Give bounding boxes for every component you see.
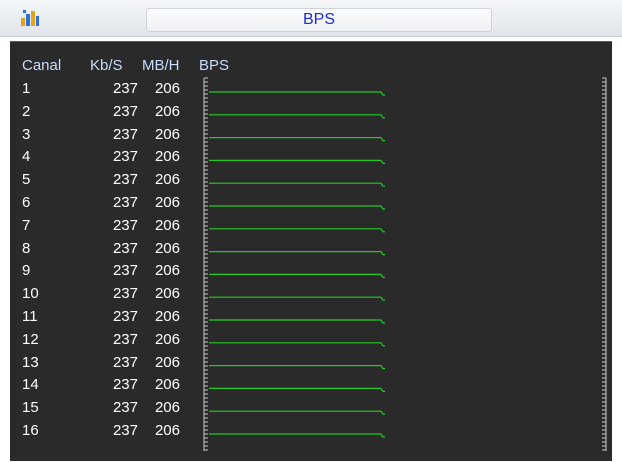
bps-trace bbox=[209, 433, 385, 438]
bps-panel: Canal Kb/S MB/H BPS 1 237 206 2 237 206 3 237 20… bbox=[10, 41, 612, 461]
bps-trace bbox=[209, 228, 385, 233]
bps-trace bbox=[209, 159, 385, 164]
bps-trace bbox=[209, 251, 385, 256]
bps-trace bbox=[209, 205, 385, 210]
bps-trace bbox=[209, 319, 385, 324]
bps-trace bbox=[209, 365, 385, 370]
bps-trace bbox=[209, 296, 385, 301]
bps-trace bbox=[209, 137, 385, 142]
title-bar: BPS bbox=[0, 0, 622, 37]
bps-window: BPS Canal Kb/S MB/H BPS 1 237 206 2 237 206 3 2… bbox=[0, 0, 622, 462]
bps-trace bbox=[209, 114, 385, 119]
bps-trace bbox=[209, 273, 385, 278]
bps-trace bbox=[209, 387, 385, 392]
bps-trace bbox=[209, 182, 385, 187]
network-chart-icon bbox=[21, 10, 39, 26]
bps-graph bbox=[203, 77, 607, 451]
bps-trace bbox=[209, 342, 385, 347]
bps-trace bbox=[209, 91, 385, 96]
window-title: BPS bbox=[146, 8, 492, 32]
bps-trace bbox=[209, 410, 385, 415]
